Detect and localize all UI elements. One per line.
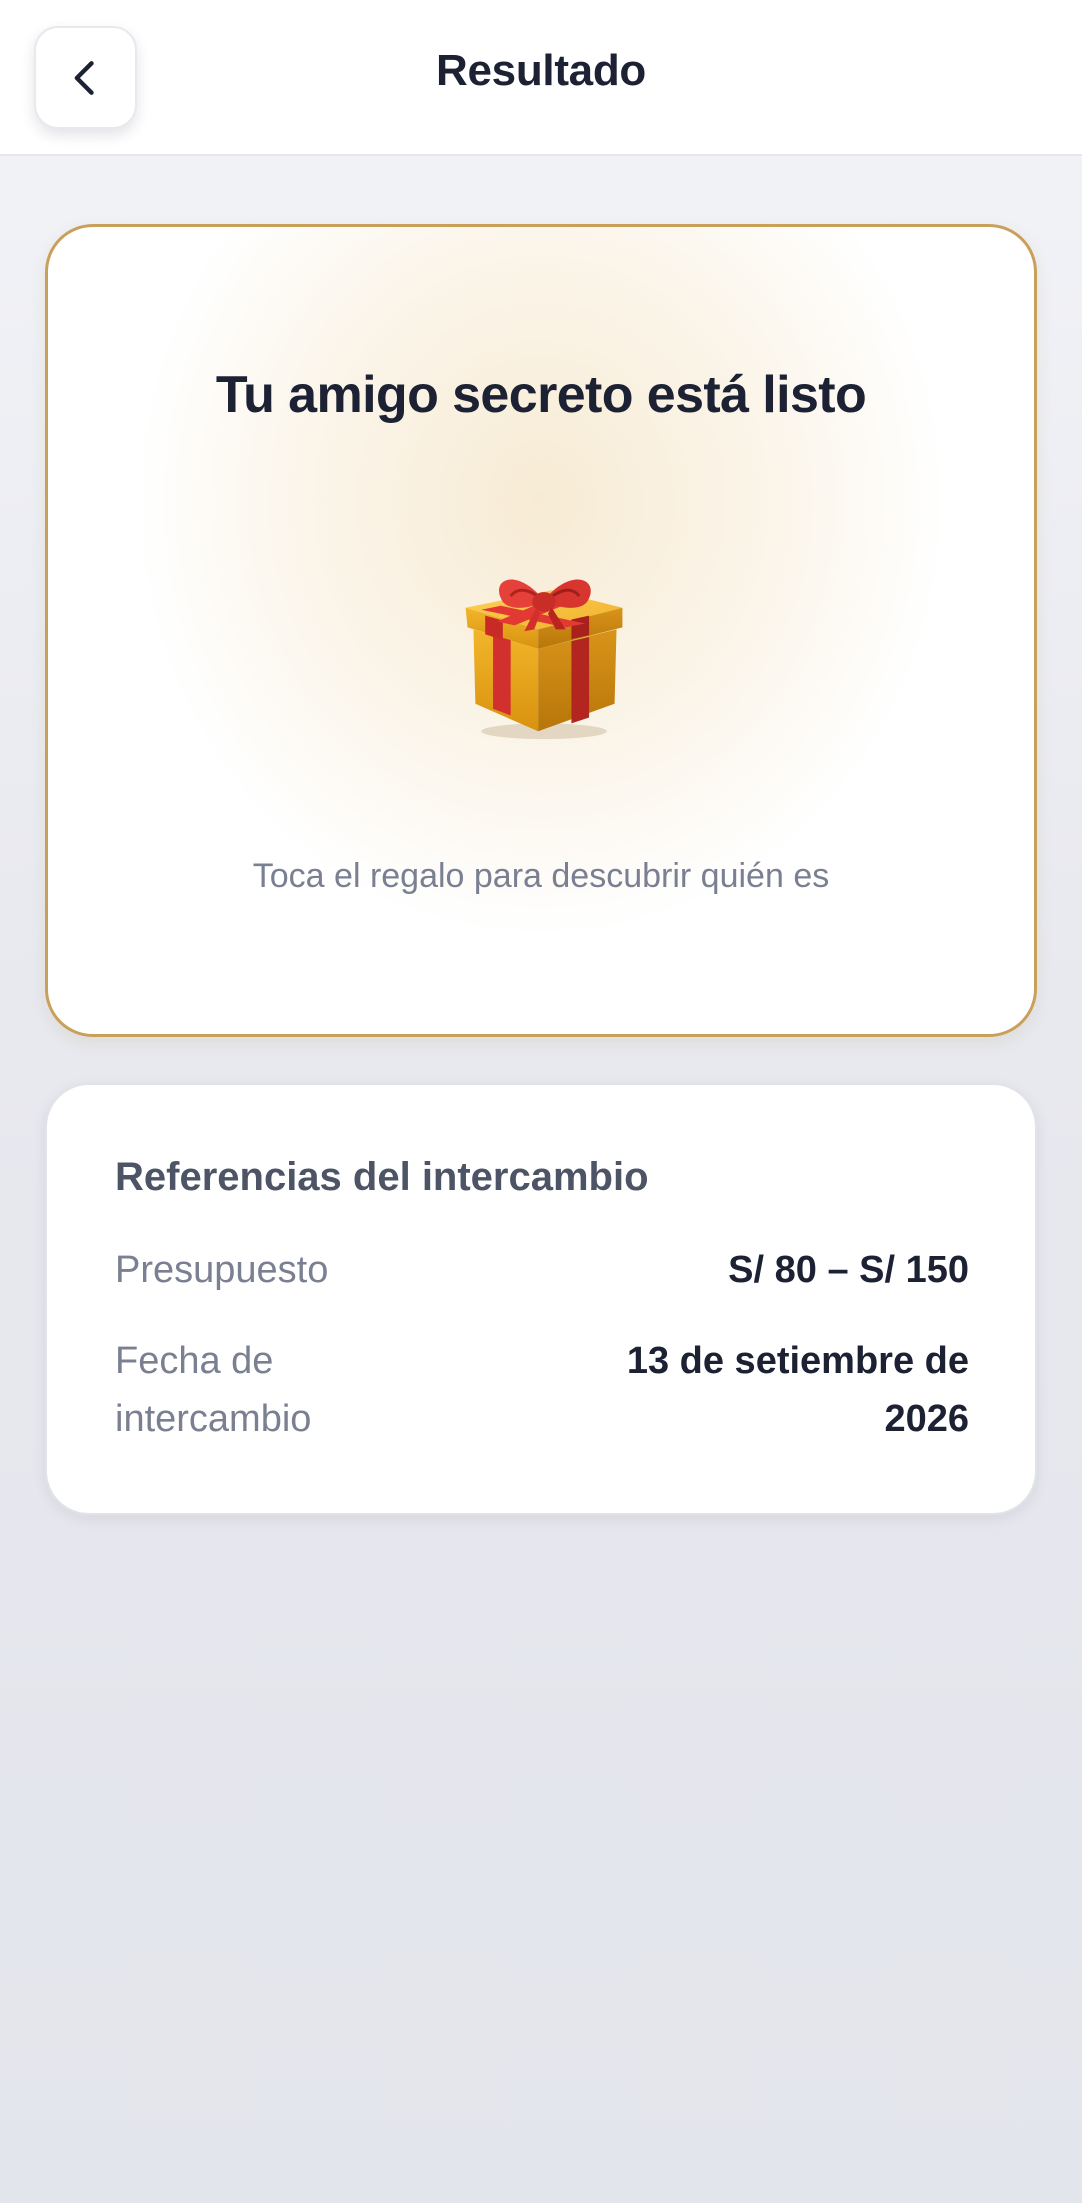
reveal-title: Tu amigo secreto está listo xyxy=(215,366,867,424)
references-title: Referencias del intercambio xyxy=(115,1155,649,1199)
exchange-date-label: Fecha de intercambio xyxy=(115,1340,312,1440)
exchange-date-value: 13 de setiembre de 2026 xyxy=(626,1340,969,1440)
budget-label: Presupuesto xyxy=(115,1249,329,1291)
reveal-hint-text: Toca el regalo para descubrir quién es xyxy=(252,857,830,895)
page-title: Resultado xyxy=(436,46,646,95)
top-bar: Resultado xyxy=(0,0,1082,156)
exchange-references-card: Referencias del intercambio Presupuesto … xyxy=(45,1083,1037,1515)
gift-icon[interactable] xyxy=(446,547,642,743)
budget-value: S/ 80 – S/ 150 xyxy=(728,1249,969,1291)
secret-friend-reveal-card: Tu amigo secreto está listo Toca el rega… xyxy=(45,224,1037,1037)
